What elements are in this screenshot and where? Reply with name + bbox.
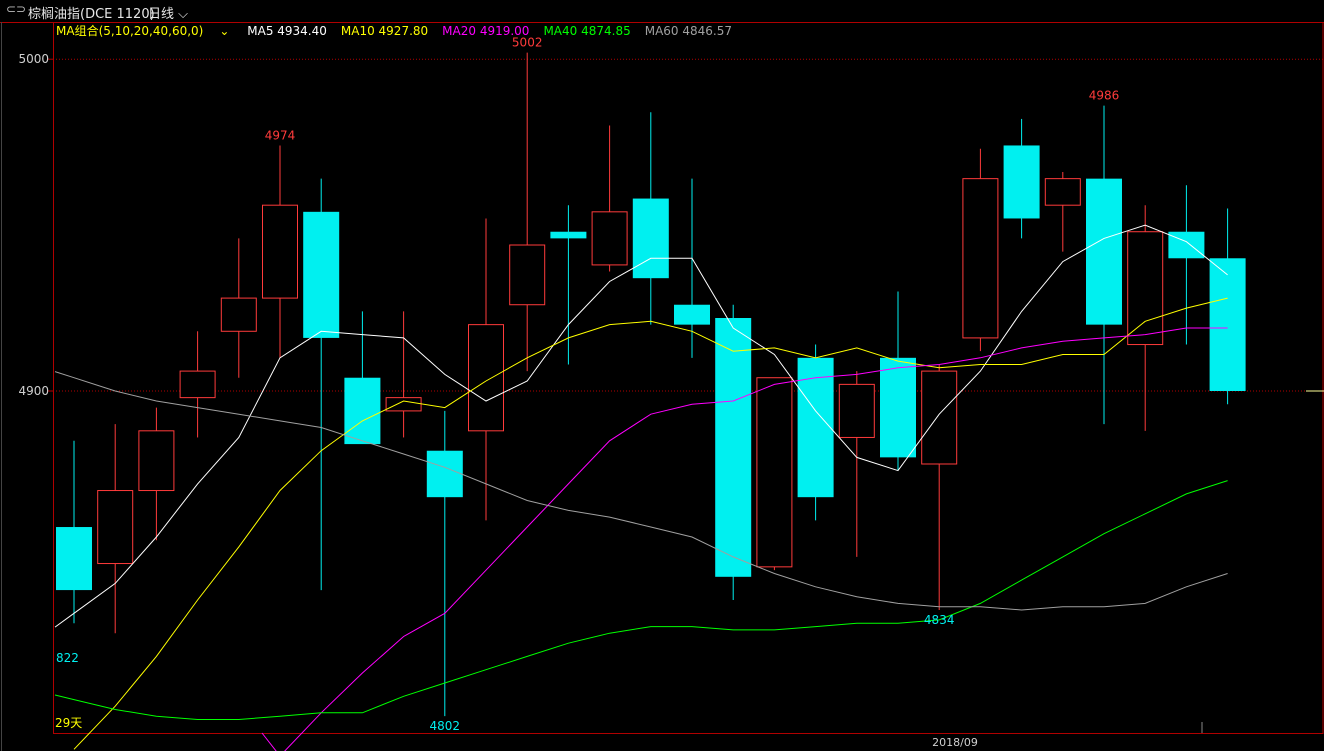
candle-body-10[interactable] bbox=[468, 324, 504, 432]
candle-body-12[interactable] bbox=[550, 231, 587, 239]
candle-body-28[interactable] bbox=[1209, 258, 1246, 391]
candle-body-8[interactable] bbox=[385, 397, 422, 412]
candle-body-16[interactable] bbox=[715, 318, 752, 577]
candle-body-27[interactable] bbox=[1168, 231, 1205, 259]
candle-body-26[interactable] bbox=[1127, 231, 1164, 346]
candle-body-6[interactable] bbox=[303, 211, 340, 338]
ma-line-ma5 bbox=[54, 224, 1228, 628]
candle-body-13[interactable] bbox=[591, 211, 628, 266]
candle-body-19[interactable] bbox=[838, 383, 875, 438]
price-annotation-1: 5002 bbox=[512, 36, 543, 50]
y-tick-label-0: 5000 bbox=[18, 52, 49, 66]
candle-body-14[interactable] bbox=[632, 198, 669, 279]
candle-body-1[interactable] bbox=[97, 490, 134, 565]
candle-body-17[interactable] bbox=[756, 377, 793, 568]
candle-body-9[interactable] bbox=[426, 450, 463, 498]
candle-body-21[interactable] bbox=[921, 370, 958, 465]
candle-body-7[interactable] bbox=[344, 377, 381, 445]
price-annotation-3: 4834 bbox=[924, 613, 955, 627]
candle-body-22[interactable] bbox=[962, 178, 999, 339]
ma-line-ma10 bbox=[73, 297, 1228, 750]
left-low-label: 822 bbox=[56, 651, 79, 665]
price-annotation-2: 4986 bbox=[1089, 89, 1120, 103]
candle-body-18[interactable] bbox=[797, 357, 834, 498]
days-label: 29天 bbox=[55, 716, 82, 730]
candle-body-24[interactable] bbox=[1044, 178, 1081, 206]
candlestick-chart[interactable]: 5000 4900 2018/09 4974 5002 4986 4834 4802 822 29… bbox=[0, 0, 1324, 751]
candle-body-25[interactable] bbox=[1086, 178, 1122, 325]
candle-body-0[interactable] bbox=[56, 527, 92, 591]
ma-line-ma40 bbox=[54, 480, 1228, 720]
candle-body-5[interactable] bbox=[262, 204, 298, 299]
candle-body-2[interactable] bbox=[138, 430, 175, 492]
candle-body-20[interactable] bbox=[880, 357, 916, 458]
candle-body-23[interactable] bbox=[1003, 145, 1040, 219]
price-annotation-4: 4802 bbox=[430, 719, 461, 733]
x-axis-label: 2018/09 bbox=[932, 736, 978, 749]
price-annotation-0: 4974 bbox=[265, 128, 296, 142]
candle-body-15[interactable] bbox=[674, 304, 710, 325]
ma-line-ma60 bbox=[54, 371, 1228, 611]
candle-body-3[interactable] bbox=[179, 370, 216, 399]
candle-body-11[interactable] bbox=[509, 244, 546, 306]
candle-body-4[interactable] bbox=[220, 297, 257, 332]
y-tick-label-1: 4900 bbox=[18, 384, 49, 398]
